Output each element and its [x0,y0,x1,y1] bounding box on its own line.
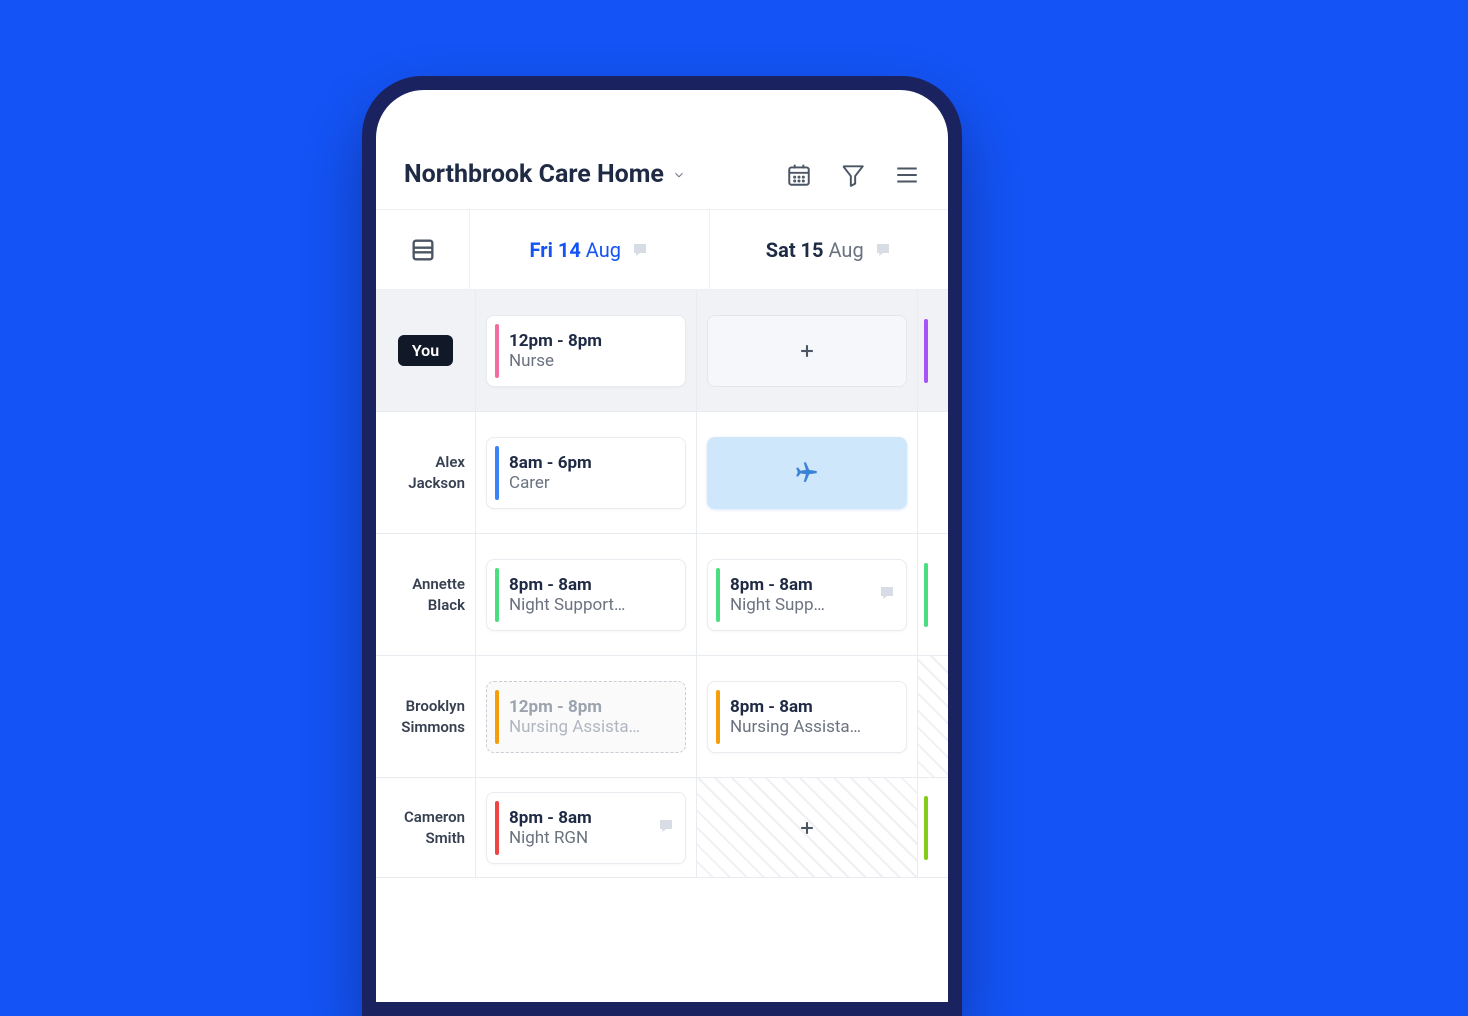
shift-cell[interactable]: 8pm - 8am Night Supp… [697,534,918,655]
shift-role: Nursing Assista… [730,717,896,737]
shift-cell-unavailable[interactable] [697,778,918,877]
partial-shift [918,290,948,411]
shift-cell[interactable] [697,290,918,411]
shift-card[interactable]: 8am - 6pm Carer [486,437,686,509]
shift-role: Nurse [509,351,675,371]
shift-cell[interactable]: 8pm - 8am Nursing Assista… [697,656,918,777]
filter-icon[interactable] [840,162,866,188]
shift-time: 8pm - 8am [730,575,868,595]
comment-icon[interactable] [631,241,649,259]
app-screen: Northbrook Care Home [376,90,948,1002]
shift-card[interactable]: 8pm - 8am Night Supp… [707,559,907,631]
header: Northbrook Care Home [376,90,948,210]
partial-shift [918,534,948,655]
schedule-row: AlexJackson 8am - 6pm Carer [376,412,948,534]
date-label: Fri 14 Aug [530,238,621,262]
shift-time: 8pm - 8am [509,575,675,595]
row-label: AlexJackson [376,412,476,533]
shift-card-draft[interactable]: 12pm - 8pm Nursing Assista… [486,681,686,753]
shift-role: Carer [509,473,675,493]
shift-card[interactable]: 8pm - 8am Night Support… [486,559,686,631]
add-shift-button[interactable] [707,315,907,387]
shift-cell[interactable] [697,412,918,533]
add-shift-button[interactable] [707,792,907,864]
date-tab-sat[interactable]: Sat 15 Aug [710,210,949,289]
schedule-row-you: You 12pm - 8pm Nurse [376,290,948,412]
menu-icon[interactable] [894,162,920,188]
date-tabs: Fri 14 Aug Sat 15 Aug [376,210,948,290]
calendar-icon[interactable] [786,162,812,188]
shift-cell[interactable]: 8pm - 8am Night RGN [476,778,697,877]
leave-card[interactable] [707,437,907,509]
row-label: AnnetteBlack [376,534,476,655]
shift-role: Nursing Assista… [509,717,675,737]
list-view-toggle[interactable] [376,210,470,289]
shift-role: Night Support… [509,595,675,615]
partial-shift [918,778,948,877]
shift-time: 12pm - 8pm [509,331,675,351]
shift-role: Night RGN [509,828,647,848]
header-actions [786,162,920,188]
location-name: Northbrook Care Home [404,160,664,189]
date-label: Sat 15 Aug [766,238,864,262]
chevron-down-icon [672,168,686,182]
date-tab-fri[interactable]: Fri 14 Aug [470,210,710,289]
shift-card[interactable]: 8pm - 8am Night RGN [486,792,686,864]
shift-card[interactable]: 12pm - 8pm Nurse [486,315,686,387]
shift-cell[interactable]: 8am - 6pm Carer [476,412,697,533]
row-label: BrooklynSimmons [376,656,476,777]
shift-time: 12pm - 8pm [509,697,675,717]
shift-cell[interactable]: 12pm - 8pm Nursing Assista… [476,656,697,777]
you-badge: You [398,335,453,366]
phone-frame: Northbrook Care Home [362,76,962,1016]
schedule-row: BrooklynSimmons 12pm - 8pm Nursing Assis… [376,656,948,778]
shift-cell[interactable]: 12pm - 8pm Nurse [476,290,697,411]
airplane-icon [794,458,820,488]
location-selector[interactable]: Northbrook Care Home [404,160,786,189]
shift-time: 8pm - 8am [730,697,896,717]
schedule-row: CameronSmith 8pm - 8am Night RGN [376,778,948,878]
shift-cell[interactable]: 8pm - 8am Night Support… [476,534,697,655]
comment-icon[interactable] [878,584,896,606]
schedule-row: AnnetteBlack 8pm - 8am Night Support… [376,534,948,656]
shift-time: 8am - 6pm [509,453,675,473]
comment-icon[interactable] [874,241,892,259]
shift-role: Night Supp… [730,595,868,615]
row-label: You [376,290,476,411]
shift-time: 8pm - 8am [509,808,647,828]
row-label: CameronSmith [376,778,476,877]
shift-card[interactable]: 8pm - 8am Nursing Assista… [707,681,907,753]
schedule-grid: You 12pm - 8pm Nurse [376,290,948,1002]
comment-icon[interactable] [657,817,675,839]
